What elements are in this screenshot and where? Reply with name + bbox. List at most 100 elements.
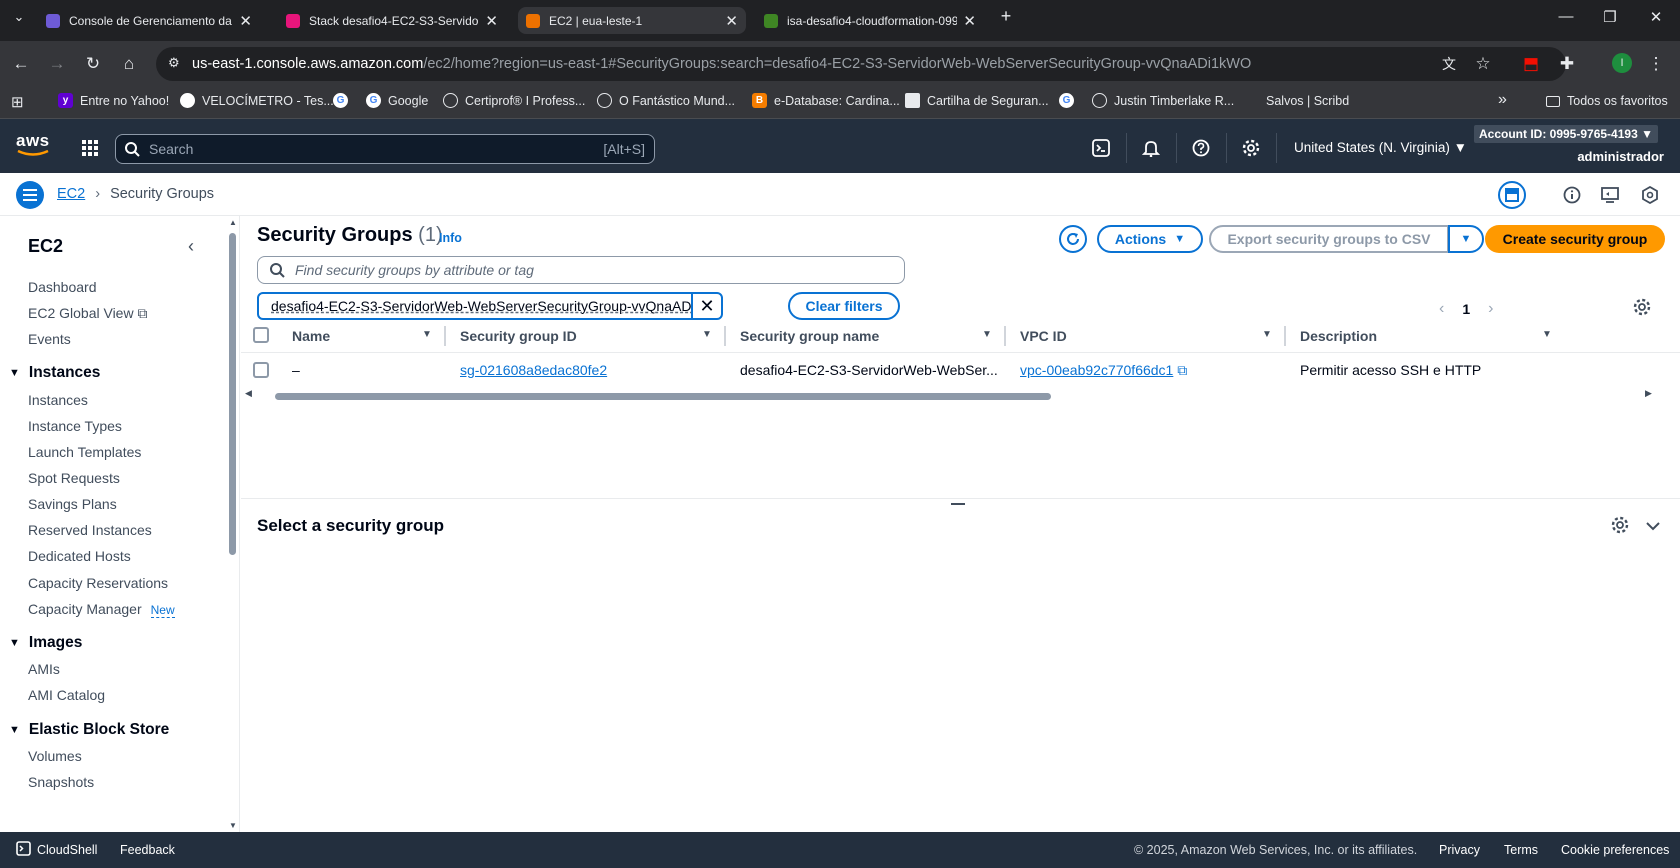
previous-page-icon[interactable]: ‹ bbox=[1439, 300, 1444, 318]
split-panel-collapse-chevron-icon[interactable] bbox=[1645, 518, 1663, 536]
table-scroll-thumb[interactable] bbox=[275, 393, 1051, 400]
export-dropdown-button[interactable]: ▼ bbox=[1448, 225, 1484, 253]
column-header-sg-name[interactable]: Security group name bbox=[740, 328, 879, 344]
scroll-right-icon[interactable]: ▶ bbox=[1645, 388, 1652, 399]
cloudshell-icon[interactable] bbox=[1090, 137, 1112, 159]
close-tab-icon[interactable]: ✕ bbox=[239, 12, 252, 30]
column-header-name[interactable]: Name bbox=[292, 328, 330, 344]
sidebar-item-instance-types[interactable]: Instance Types bbox=[28, 418, 122, 434]
close-tab-icon[interactable]: ✕ bbox=[725, 12, 738, 30]
bookmark-star-icon[interactable]: ☆ bbox=[1472, 54, 1494, 74]
restore-icon[interactable]: ❐ bbox=[1590, 8, 1630, 26]
address-bar[interactable]: ⚙ us-east-1.console.aws.amazon.com/ec2/h… bbox=[156, 47, 1566, 81]
sidebar-item-capacity-manager[interactable]: Capacity Manager New bbox=[28, 601, 175, 618]
sidebar-item-snapshots[interactable]: Snapshots bbox=[28, 774, 94, 790]
browser-tab-ec2[interactable]: EC2 | eua-leste-1 ✕ bbox=[518, 7, 746, 34]
notifications-bell-icon[interactable] bbox=[1140, 137, 1162, 159]
sidebar-item-savings-plans[interactable]: Savings Plans bbox=[28, 496, 117, 512]
sidebar-item-ami-catalog[interactable]: AMI Catalog bbox=[28, 687, 105, 703]
site-info-icon[interactable]: ⚙ bbox=[168, 55, 180, 71]
settings-gear-icon[interactable] bbox=[1240, 137, 1262, 159]
feedback-link[interactable]: Feedback bbox=[120, 843, 175, 857]
export-csv-button[interactable]: Export security groups to CSV bbox=[1209, 225, 1449, 253]
bookmark-item[interactable]: Salvos | Scribd bbox=[1244, 93, 1349, 108]
minimize-icon[interactable]: — bbox=[1546, 8, 1586, 25]
vpc-id-link[interactable]: vpc-00eab92c770f66dc1 bbox=[1020, 362, 1173, 378]
panel-layout-icon[interactable] bbox=[1498, 181, 1526, 209]
browser-tab-console[interactable]: Console de Gerenciamento da AWS ✕ bbox=[38, 7, 260, 34]
sidebar-section-ebs[interactable]: ▼ Elastic Block Store bbox=[9, 721, 169, 739]
translate-icon[interactable]: 文 bbox=[1438, 54, 1460, 74]
privacy-link[interactable]: Privacy bbox=[1439, 843, 1480, 857]
aws-logo[interactable]: aws bbox=[16, 131, 50, 157]
cloudshell-footer-icon[interactable] bbox=[16, 841, 31, 856]
bookmark-item[interactable]: G bbox=[333, 93, 355, 108]
sidebar-item-dedicated-hosts[interactable]: Dedicated Hosts bbox=[28, 548, 131, 564]
hexagon-settings-icon[interactable] bbox=[1636, 181, 1664, 209]
breadcrumb-ec2-link[interactable]: EC2 bbox=[57, 186, 85, 202]
table-row[interactable]: – sg-021608a8edac80fe2 desafio4-EC2-S3-S… bbox=[241, 353, 1680, 387]
window-close-icon[interactable]: ✕ bbox=[1636, 8, 1676, 26]
aws-search-input[interactable]: Search [Alt+S] bbox=[115, 134, 655, 164]
split-panel-settings-gear-icon[interactable] bbox=[1611, 516, 1631, 536]
services-grid-icon[interactable] bbox=[79, 137, 101, 159]
external-link-icon[interactable]: ⧉ bbox=[1177, 362, 1187, 378]
tutorial-panel-icon[interactable] bbox=[1596, 181, 1624, 209]
tab-search-icon[interactable]: ⌄ bbox=[8, 9, 30, 25]
sidebar-item-reserved-instances[interactable]: Reserved Instances bbox=[28, 522, 152, 538]
create-security-group-button[interactable]: Create security group bbox=[1485, 225, 1665, 253]
select-all-checkbox[interactable] bbox=[253, 327, 269, 343]
sidebar-scroll-thumb[interactable] bbox=[229, 233, 236, 555]
sidebar-item-amis[interactable]: AMIs bbox=[28, 661, 60, 677]
column-resizer[interactable] bbox=[1004, 326, 1006, 346]
reload-icon[interactable]: ↻ bbox=[82, 54, 104, 74]
back-icon[interactable]: ← bbox=[10, 54, 32, 74]
actions-button[interactable]: Actions ▼ bbox=[1097, 225, 1203, 253]
browser-tab-s3[interactable]: isa-desafio4-cloudformation-0993 ✕ bbox=[756, 7, 984, 34]
sidebar-title[interactable]: EC2 bbox=[28, 236, 63, 257]
extensions-icon[interactable]: ✚ bbox=[1556, 54, 1578, 74]
sidebar-item-capacity-reservations[interactable]: Capacity Reservations bbox=[28, 575, 168, 591]
split-panel-resize-handle[interactable] bbox=[951, 503, 965, 505]
bookmark-item[interactable]: O Fantástico Mund... bbox=[597, 93, 735, 108]
cookie-preferences-link[interactable]: Cookie preferences bbox=[1561, 843, 1669, 857]
sidebar-item-launch-templates[interactable]: Launch Templates bbox=[28, 444, 141, 460]
bookmark-item[interactable]: Be-Database: Cardina... bbox=[752, 93, 900, 108]
forward-icon[interactable]: → bbox=[46, 54, 68, 74]
sidebar-item-dashboard[interactable]: Dashboard bbox=[28, 279, 97, 295]
column-resizer[interactable] bbox=[1284, 326, 1286, 346]
bookmark-item[interactable]: Cartilha de Seguran... bbox=[905, 93, 1049, 108]
sort-icon[interactable]: ▼ bbox=[1262, 329, 1272, 340]
page-number[interactable]: 1 bbox=[1462, 301, 1470, 317]
sidebar-item-instances[interactable]: Instances bbox=[28, 392, 88, 408]
sidebar-section-instances[interactable]: ▼ Instances bbox=[9, 364, 100, 382]
bookmark-item[interactable]: y Entre no Yahoo! bbox=[58, 93, 169, 108]
scroll-down-icon[interactable]: ▼ bbox=[229, 821, 237, 830]
bookmark-item[interactable]: Certiprof® I Profess... bbox=[443, 93, 585, 108]
sidebar-item-spot-requests[interactable]: Spot Requests bbox=[28, 470, 120, 486]
more-bookmarks-icon[interactable]: » bbox=[1498, 91, 1507, 109]
cloudshell-link[interactable]: CloudShell bbox=[37, 843, 97, 857]
next-page-icon[interactable]: › bbox=[1488, 300, 1493, 318]
terms-link[interactable]: Terms bbox=[1504, 843, 1538, 857]
bookmark-item[interactable]: VELOCÍMETRO - Tes... bbox=[180, 93, 334, 108]
bookmark-item[interactable]: G bbox=[1059, 93, 1081, 108]
profile-avatar[interactable]: I bbox=[1612, 53, 1632, 73]
filter-token[interactable]: desafio4-EC2-S3-ServidorWeb-WebServerSec… bbox=[257, 292, 723, 320]
remove-filter-icon[interactable]: ✕ bbox=[691, 294, 721, 318]
sort-icon[interactable]: ▼ bbox=[422, 329, 432, 340]
scroll-left-icon[interactable]: ◀ bbox=[245, 388, 252, 399]
apps-icon[interactable]: ⊞ bbox=[11, 93, 24, 111]
info-link[interactable]: Info bbox=[439, 231, 462, 245]
browser-tab-stack[interactable]: Stack desafio4-EC2-S3-ServidorWeb ✕ bbox=[278, 7, 506, 34]
scroll-up-icon[interactable]: ▲ bbox=[229, 218, 237, 227]
sg-id-link[interactable]: sg-021608a8edac80fe2 bbox=[460, 362, 607, 378]
bookmark-item[interactable]: Justin Timberlake R... bbox=[1092, 93, 1234, 108]
help-icon[interactable] bbox=[1190, 137, 1212, 159]
browser-menu-icon[interactable]: ⋮ bbox=[1645, 54, 1667, 74]
sidebar-section-images[interactable]: ▼ Images bbox=[9, 634, 82, 652]
column-header-vpc-id[interactable]: VPC ID bbox=[1020, 328, 1067, 344]
region-selector[interactable]: United States (N. Virginia) ▼ bbox=[1294, 140, 1467, 155]
user-menu[interactable]: administrador bbox=[1577, 149, 1664, 164]
column-header-description[interactable]: Description bbox=[1300, 328, 1377, 344]
